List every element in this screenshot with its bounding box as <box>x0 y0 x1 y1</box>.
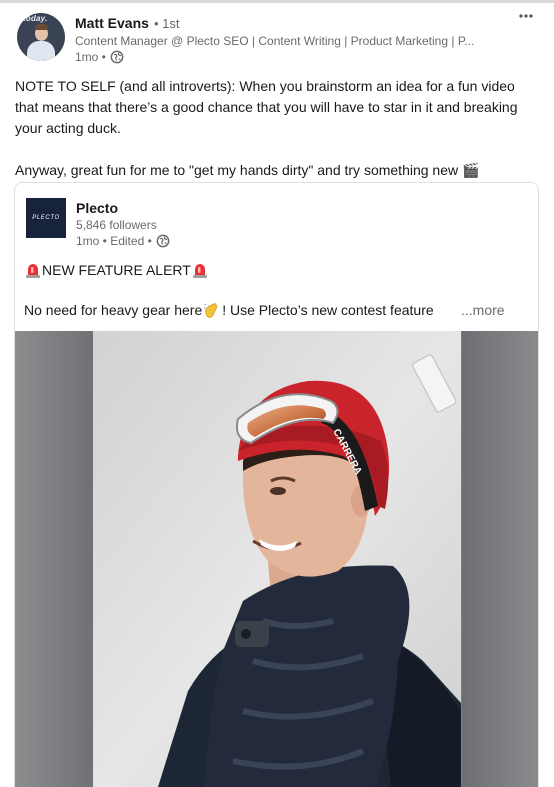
waving-hand-emoji <box>204 303 218 318</box>
video-frame: CARRERA <box>93 331 461 787</box>
author-name[interactable]: Matt Evans <box>75 15 149 31</box>
post-body: NOTE TO SELF (and all introverts): When … <box>15 76 540 181</box>
teaser-text-end: ! Use Plecto’s new contest feature <box>222 302 434 318</box>
globe-icon <box>156 234 170 248</box>
video-blur-left <box>15 331 93 787</box>
rotating-light-emoji <box>26 264 40 278</box>
globe-icon <box>110 50 124 64</box>
shared-post-time: 1mo • Edited • <box>76 234 152 248</box>
teaser-text-start: No need for heavy gear here <box>24 302 203 318</box>
company-name[interactable]: Plecto <box>76 200 118 216</box>
post-meta: 1mo • <box>75 50 124 64</box>
video-blur-right <box>462 331 538 787</box>
post-time: 1mo • <box>75 50 106 64</box>
more-horizontal-icon <box>519 14 533 18</box>
see-more-link[interactable]: ...more <box>457 300 505 320</box>
rotating-light-emoji <box>192 264 207 278</box>
company-logo[interactable]: PLECTO <box>26 198 66 238</box>
shared-post-meta: 1mo • Edited • <box>76 234 170 248</box>
post-paragraph: NOTE TO SELF (and all introverts): When … <box>15 78 518 136</box>
company-logo-text: PLECTO <box>32 215 60 221</box>
author-headline: Content Manager @ Plecto SEO | Content W… <box>75 34 475 48</box>
video-player[interactable]: CARRERA <box>15 331 538 787</box>
author-avatar[interactable]: today. <box>17 13 65 61</box>
feature-alert-text: NEW FEATURE ALERT <box>42 262 191 278</box>
company-followers: 5,846 followers <box>76 218 157 232</box>
video-still-image: CARRERA <box>93 331 461 787</box>
avatar-overlay-text: today. <box>23 14 48 23</box>
connection-degree: • 1st <box>154 16 180 31</box>
post-paragraph: Anyway, great fun for me to "get my hand… <box>15 162 480 178</box>
more-options-button[interactable] <box>514 6 538 26</box>
feature-alert-line: NEW FEATURE ALERT <box>24 261 209 279</box>
feed-divider <box>0 0 554 3</box>
shared-post-card[interactable]: PLECTO Plecto 5,846 followers 1mo • Edit… <box>14 182 539 787</box>
